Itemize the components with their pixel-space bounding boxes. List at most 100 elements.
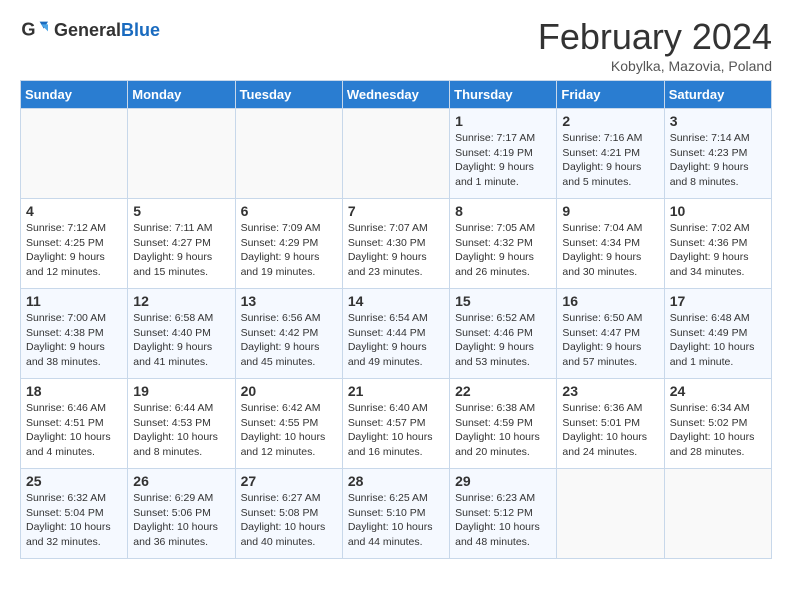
- day-number: 4: [26, 203, 122, 219]
- calendar-cell: 26 Sunrise: 6:29 AM Sunset: 5:06 PM Dayli…: [128, 469, 235, 559]
- day-info: Sunrise: 7:05 AM Sunset: 4:32 PM Dayligh…: [455, 221, 551, 280]
- day-number: 15: [455, 293, 551, 309]
- day-number: 6: [241, 203, 337, 219]
- day-info: Sunrise: 6:34 AM Sunset: 5:02 PM Dayligh…: [670, 401, 766, 460]
- calendar-cell: 29 Sunrise: 6:23 AM Sunset: 5:12 PM Dayli…: [450, 469, 557, 559]
- calendar-cell: 21 Sunrise: 6:40 AM Sunset: 4:57 PM Dayli…: [342, 379, 449, 469]
- day-number: 24: [670, 383, 766, 399]
- day-number: 29: [455, 473, 551, 489]
- calendar-cell: 19Sunrise: 6:44 AM Sunset: 4:53 PM Dayli…: [128, 379, 235, 469]
- day-info: Sunrise: 6:38 AM Sunset: 4:59 PM Dayligh…: [455, 401, 551, 460]
- day-number: 28: [348, 473, 444, 489]
- calendar-cell: 17Sunrise: 6:48 AM Sunset: 4:49 PM Dayli…: [664, 289, 771, 379]
- calendar-cell: 8Sunrise: 7:05 AM Sunset: 4:32 PM Daylig…: [450, 199, 557, 289]
- calendar-cell: 12 Sunrise: 6:58 AM Sunset: 4:40 PM Dayli…: [128, 289, 235, 379]
- calendar-cell: 2 Sunrise: 7:16 AM Sunset: 4:21 PM Daylig…: [557, 109, 664, 199]
- day-info: Sunrise: 7:02 AM Sunset: 4:36 PM Dayligh…: [670, 221, 766, 280]
- calendar-cell: 5 Sunrise: 7:11 AM Sunset: 4:27 PM Daylig…: [128, 199, 235, 289]
- calendar-cell: 4 Sunrise: 7:12 AM Sunset: 4:25 PM Daylig…: [21, 199, 128, 289]
- day-number: 14: [348, 293, 444, 309]
- day-info: Sunrise: 7:14 AM Sunset: 4:23 PM Dayligh…: [670, 131, 766, 190]
- calendar-cell: 10 Sunrise: 7:02 AM Sunset: 4:36 PM Dayli…: [664, 199, 771, 289]
- header: G GeneralBlue February 2024 Kobylka, Maz…: [20, 16, 772, 74]
- weekday-header-row: SundayMondayTuesdayWednesdayThursdayFrid…: [21, 81, 772, 109]
- day-info: Sunrise: 7:11 AM Sunset: 4:27 PM Dayligh…: [133, 221, 229, 280]
- day-info: Sunrise: 6:52 AM Sunset: 4:46 PM Dayligh…: [455, 311, 551, 370]
- title-area: February 2024 Kobylka, Mazovia, Poland: [538, 16, 772, 74]
- weekday-header-monday: Monday: [128, 81, 235, 109]
- calendar-cell: 24 Sunrise: 6:34 AM Sunset: 5:02 PM Dayli…: [664, 379, 771, 469]
- calendar-title: February 2024: [538, 16, 772, 58]
- calendar-cell: 15 Sunrise: 6:52 AM Sunset: 4:46 PM Dayli…: [450, 289, 557, 379]
- calendar-cell: 28 Sunrise: 6:25 AM Sunset: 5:10 PM Dayli…: [342, 469, 449, 559]
- day-number: 2: [562, 113, 658, 129]
- weekday-header-wednesday: Wednesday: [342, 81, 449, 109]
- day-number: 3: [670, 113, 766, 129]
- weekday-header-thursday: Thursday: [450, 81, 557, 109]
- day-info: Sunrise: 6:48 AM Sunset: 4:49 PM Dayligh…: [670, 311, 766, 370]
- day-info: Sunrise: 6:36 AM Sunset: 5:01 PM Dayligh…: [562, 401, 658, 460]
- day-number: 26: [133, 473, 229, 489]
- weekday-header-tuesday: Tuesday: [235, 81, 342, 109]
- calendar-table: SundayMondayTuesdayWednesdayThursdayFrid…: [20, 80, 772, 559]
- calendar-cell: 18 Sunrise: 6:46 AM Sunset: 4:51 PM Dayli…: [21, 379, 128, 469]
- calendar-cell: 14 Sunrise: 6:54 AM Sunset: 4:44 PM Dayli…: [342, 289, 449, 379]
- logo-icon: G: [20, 16, 48, 44]
- week-row-4: 18 Sunrise: 6:46 AM Sunset: 4:51 PM Dayli…: [21, 379, 772, 469]
- day-number: 7: [348, 203, 444, 219]
- calendar-cell: 7 Sunrise: 7:07 AM Sunset: 4:30 PM Daylig…: [342, 199, 449, 289]
- day-number: 19: [133, 383, 229, 399]
- calendar-cell: [557, 469, 664, 559]
- calendar-cell: 1 Sunrise: 7:17 AM Sunset: 4:19 PM Daylig…: [450, 109, 557, 199]
- calendar-subtitle: Kobylka, Mazovia, Poland: [538, 58, 772, 74]
- weekday-header-saturday: Saturday: [664, 81, 771, 109]
- day-info: Sunrise: 7:17 AM Sunset: 4:19 PM Dayligh…: [455, 131, 551, 190]
- day-info: Sunrise: 7:07 AM Sunset: 4:30 PM Dayligh…: [348, 221, 444, 280]
- day-number: 22: [455, 383, 551, 399]
- day-info: Sunrise: 7:04 AM Sunset: 4:34 PM Dayligh…: [562, 221, 658, 280]
- week-row-1: 1 Sunrise: 7:17 AM Sunset: 4:19 PM Daylig…: [21, 109, 772, 199]
- day-number: 10: [670, 203, 766, 219]
- day-number: 11: [26, 293, 122, 309]
- logo-text: GeneralBlue: [54, 20, 160, 41]
- week-row-5: 25Sunrise: 6:32 AM Sunset: 5:04 PM Dayli…: [21, 469, 772, 559]
- day-info: Sunrise: 6:29 AM Sunset: 5:06 PM Dayligh…: [133, 491, 229, 550]
- calendar-cell: 9Sunrise: 7:04 AM Sunset: 4:34 PM Daylig…: [557, 199, 664, 289]
- day-info: Sunrise: 6:46 AM Sunset: 4:51 PM Dayligh…: [26, 401, 122, 460]
- day-info: Sunrise: 7:16 AM Sunset: 4:21 PM Dayligh…: [562, 131, 658, 190]
- calendar-cell: 11 Sunrise: 7:00 AM Sunset: 4:38 PM Dayli…: [21, 289, 128, 379]
- calendar-cell: 27Sunrise: 6:27 AM Sunset: 5:08 PM Dayli…: [235, 469, 342, 559]
- day-info: Sunrise: 6:56 AM Sunset: 4:42 PM Dayligh…: [241, 311, 337, 370]
- day-info: Sunrise: 6:25 AM Sunset: 5:10 PM Dayligh…: [348, 491, 444, 550]
- calendar-cell: 16Sunrise: 6:50 AM Sunset: 4:47 PM Dayli…: [557, 289, 664, 379]
- day-number: 18: [26, 383, 122, 399]
- day-number: 21: [348, 383, 444, 399]
- week-row-3: 11 Sunrise: 7:00 AM Sunset: 4:38 PM Dayli…: [21, 289, 772, 379]
- weekday-header-friday: Friday: [557, 81, 664, 109]
- day-number: 5: [133, 203, 229, 219]
- day-info: Sunrise: 6:23 AM Sunset: 5:12 PM Dayligh…: [455, 491, 551, 550]
- calendar-cell: 13 Sunrise: 6:56 AM Sunset: 4:42 PM Dayli…: [235, 289, 342, 379]
- day-info: Sunrise: 6:50 AM Sunset: 4:47 PM Dayligh…: [562, 311, 658, 370]
- calendar-cell: [664, 469, 771, 559]
- calendar-cell: 23Sunrise: 6:36 AM Sunset: 5:01 PM Dayli…: [557, 379, 664, 469]
- day-number: 1: [455, 113, 551, 129]
- logo: G GeneralBlue: [20, 16, 160, 44]
- calendar-cell: [342, 109, 449, 199]
- day-info: Sunrise: 6:32 AM Sunset: 5:04 PM Dayligh…: [26, 491, 122, 550]
- calendar-cell: 22 Sunrise: 6:38 AM Sunset: 4:59 PM Dayli…: [450, 379, 557, 469]
- week-row-2: 4 Sunrise: 7:12 AM Sunset: 4:25 PM Daylig…: [21, 199, 772, 289]
- day-number: 13: [241, 293, 337, 309]
- day-info: Sunrise: 6:54 AM Sunset: 4:44 PM Dayligh…: [348, 311, 444, 370]
- day-info: Sunrise: 7:12 AM Sunset: 4:25 PM Dayligh…: [26, 221, 122, 280]
- weekday-header-sunday: Sunday: [21, 81, 128, 109]
- day-number: 27: [241, 473, 337, 489]
- logo-blue: Blue: [121, 20, 160, 40]
- day-info: Sunrise: 7:09 AM Sunset: 4:29 PM Dayligh…: [241, 221, 337, 280]
- day-number: 20: [241, 383, 337, 399]
- day-info: Sunrise: 6:58 AM Sunset: 4:40 PM Dayligh…: [133, 311, 229, 370]
- day-info: Sunrise: 6:40 AM Sunset: 4:57 PM Dayligh…: [348, 401, 444, 460]
- day-info: Sunrise: 7:00 AM Sunset: 4:38 PM Dayligh…: [26, 311, 122, 370]
- svg-text:G: G: [21, 20, 35, 40]
- day-number: 12: [133, 293, 229, 309]
